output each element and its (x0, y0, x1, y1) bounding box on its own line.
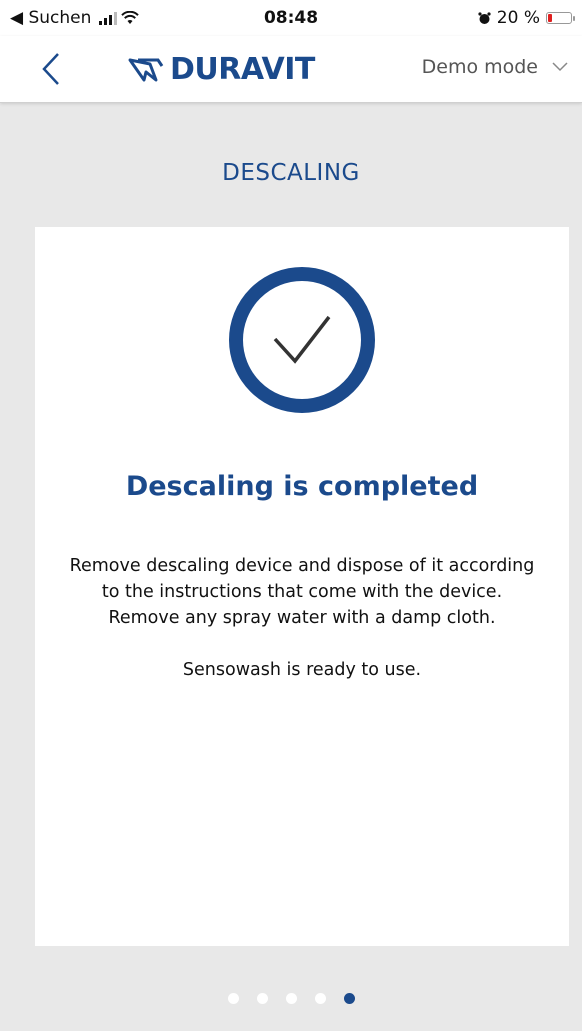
check-circle-icon (229, 267, 375, 413)
page-dot[interactable] (314, 993, 326, 1004)
demo-mode-label: Demo mode (421, 56, 538, 78)
ready-message: Sensowash is ready to use. (182, 660, 422, 680)
battery-percent: 20 % (496, 8, 540, 28)
page-title: DESCALING (222, 160, 360, 186)
page-dot[interactable] (227, 993, 239, 1004)
instructions-text: Remove descaling device and dispose of i… (65, 553, 539, 683)
status-card: Descaling is completed Remove descaling … (35, 227, 569, 946)
status-right: 20 % (478, 8, 575, 28)
completion-heading: Descaling is completed (125, 471, 479, 502)
page-indicator (0, 993, 582, 1004)
brand-name: DURAVIT (170, 52, 315, 87)
chevron-down-icon (552, 62, 568, 72)
demo-mode-dropdown[interactable]: Demo mode (422, 56, 568, 78)
brand-logo: DURAVIT (128, 52, 315, 87)
page-dot[interactable] (343, 993, 355, 1004)
back-button[interactable] (34, 50, 74, 90)
duravit-logo-icon (128, 58, 164, 81)
alarm-icon (478, 11, 491, 24)
status-bar: ◀ Suchen 08:48 20 % (0, 0, 582, 36)
battery-icon (546, 12, 575, 24)
battery-level (548, 14, 552, 22)
chevron-left-icon (42, 53, 59, 85)
nav-bar: DURAVIT Demo mode (0, 36, 582, 103)
instruction-line: Remove any spray water with a damp cloth… (108, 608, 496, 628)
page-dot[interactable] (256, 993, 268, 1004)
instruction-line: Remove descaling device and dispose of i… (69, 556, 535, 602)
page-dot[interactable] (285, 993, 297, 1004)
